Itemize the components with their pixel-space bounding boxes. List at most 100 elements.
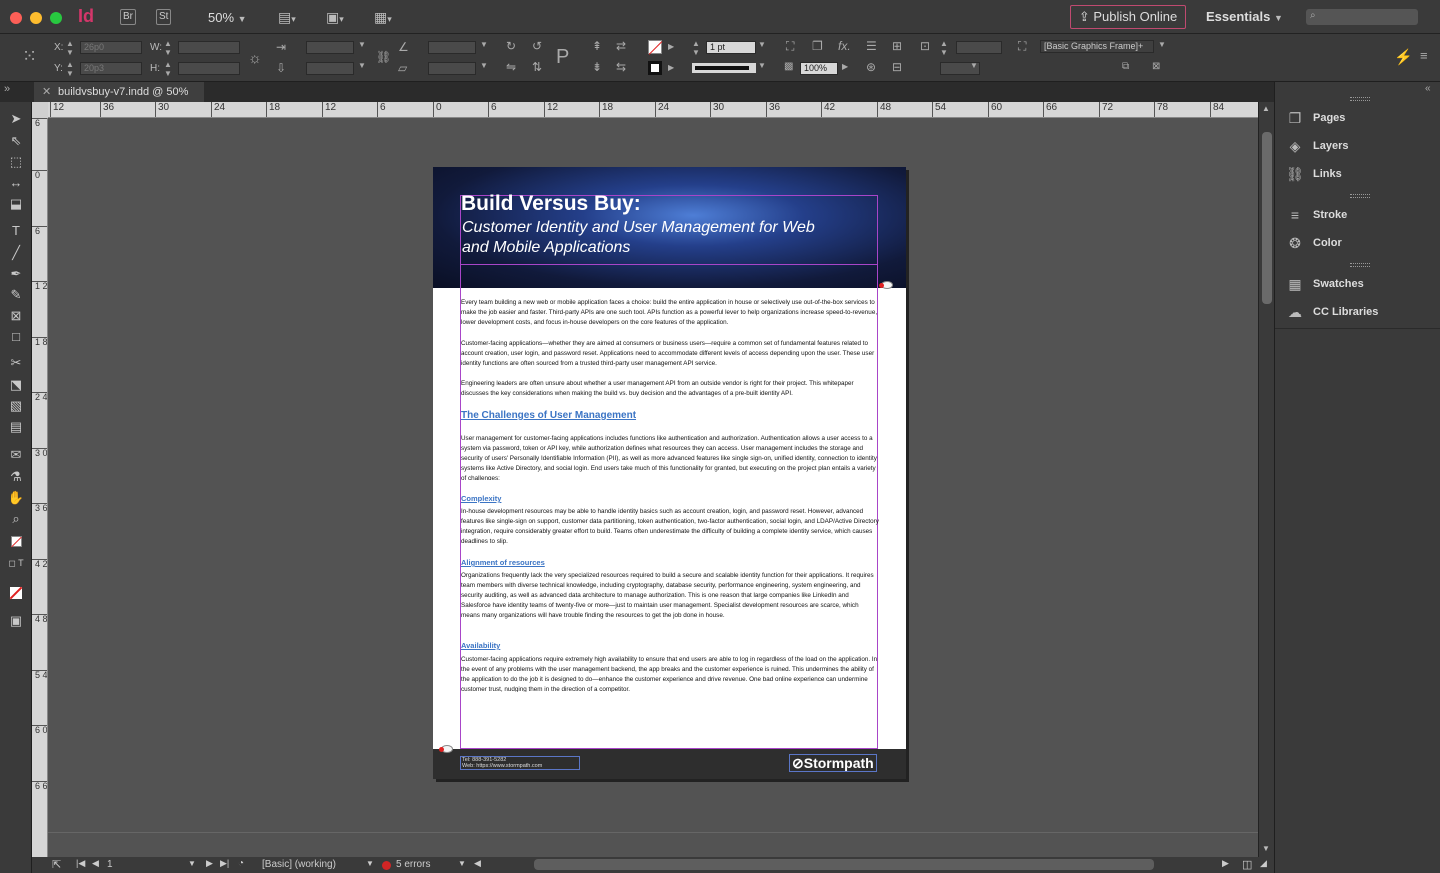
panel-pages[interactable]: ❐ Pages <box>1285 108 1346 128</box>
workspace-switcher[interactable]: Essentials ▼ <box>1206 9 1283 24</box>
zoom-tool-icon[interactable]: ⌕ <box>6 510 26 528</box>
chevron-down-icon[interactable]: ▼ <box>480 40 488 49</box>
vertical-scroll-thumb[interactable] <box>1262 132 1272 304</box>
preflight-profile-icon[interactable]: ◔ <box>238 858 244 869</box>
rotate-field[interactable] <box>428 41 476 54</box>
chevron-down-icon[interactable]: ▼ <box>358 61 366 70</box>
chevron-down-icon[interactable]: ▼ <box>366 859 374 868</box>
h-field[interactable] <box>178 62 240 75</box>
panel-group-grip[interactable] <box>1350 97 1370 101</box>
reference-point-icon[interactable]: ⁙ <box>22 46 37 67</box>
lightning-icon[interactable]: ⚡ <box>1394 48 1413 66</box>
selection-tool-icon[interactable]: ➤ <box>6 110 26 128</box>
shear-field[interactable] <box>428 62 476 75</box>
chevron-down-icon[interactable]: ▼ <box>1158 40 1166 49</box>
select-previous-icon[interactable]: ⇄ <box>616 39 626 53</box>
text-wrap-bbox-icon[interactable]: ⊞ <box>892 39 902 53</box>
text-wrap-jump-icon[interactable]: ⊟ <box>892 60 902 74</box>
rotate-cw-icon[interactable]: ↻ <box>506 39 516 53</box>
horizontal-ruler[interactable]: 12 36 30 24 18 12 6 0 6 12 18 24 30 36 4… <box>48 102 1258 118</box>
panel-group-grip[interactable] <box>1350 194 1370 198</box>
footer-contact[interactable]: Tel: 888-391-5282 Web: https://www.storm… <box>460 756 580 770</box>
chevron-down-icon[interactable]: ▼ <box>358 40 366 49</box>
stroke-swatch[interactable] <box>648 61 662 75</box>
line-tool-icon[interactable]: ╱ <box>6 244 26 262</box>
gradient-feather-tool-icon[interactable]: ▤ <box>6 418 26 436</box>
chevron-down-icon[interactable]: ▼ <box>188 859 196 868</box>
view-options-icon[interactable]: ▤▾ <box>278 9 296 26</box>
select-content-icon[interactable]: ⇟ <box>592 60 602 74</box>
previous-page-icon[interactable]: ◀ <box>92 858 99 869</box>
opacity-menu-icon[interactable]: ▶ <box>842 62 848 71</box>
gap-tool-icon[interactable]: ↔ <box>6 174 26 192</box>
fill-menu-icon[interactable]: ▶ <box>668 42 674 51</box>
bridge-button[interactable]: Br <box>120 9 136 25</box>
scale-y-field[interactable] <box>306 62 354 75</box>
page-number-field[interactable]: 1 <box>107 859 113 870</box>
document-page[interactable]: Build Versus Buy: Customer Identity and … <box>433 167 906 779</box>
first-page-icon[interactable]: |◀ <box>76 858 85 869</box>
panel-color[interactable]: ❂ Color <box>1285 233 1342 253</box>
ruler-origin[interactable] <box>32 102 48 118</box>
stroke-weight-field[interactable]: 1 pt <box>706 41 756 54</box>
quick-apply-icon[interactable]: ⊠ <box>1152 61 1160 72</box>
link-badge-icon[interactable] <box>879 281 893 289</box>
h-stepper[interactable]: ▲ ▼ <box>164 60 172 78</box>
scroll-up-icon[interactable]: ▲ <box>1262 104 1270 113</box>
fitting-stepper[interactable]: ▲ ▼ <box>940 39 948 57</box>
panel-layers[interactable]: ◈ Layers <box>1285 136 1349 156</box>
fill-stroke-icon[interactable] <box>6 534 26 552</box>
collapse-panels-icon[interactable]: « <box>1425 83 1431 94</box>
select-next-icon[interactable]: ⇆ <box>616 60 626 74</box>
rectangle-tool-icon[interactable]: □ <box>6 328 26 346</box>
stroke-menu-icon[interactable]: ▶ <box>668 63 674 72</box>
eyedropper-tool-icon[interactable]: ⚗ <box>6 468 26 486</box>
stroke-type-dropdown[interactable] <box>692 63 756 73</box>
maximize-window-button[interactable] <box>50 12 62 24</box>
horizontal-scroll-thumb[interactable] <box>534 859 1154 870</box>
screen-mode-icon[interactable]: ▣▾ <box>326 9 344 26</box>
vertical-ruler[interactable]: 6 0 6 1 2 1 8 2 4 3 0 3 6 4 2 4 8 5 4 6 … <box>32 102 48 857</box>
gradient-swatch-tool-icon[interactable]: ▧ <box>6 397 26 415</box>
y-field[interactable]: 20p3 <box>80 62 142 75</box>
opacity-field[interactable]: 100% <box>800 62 838 75</box>
chevron-down-icon[interactable]: ▼ <box>480 61 488 70</box>
fitting-field[interactable] <box>956 41 1002 54</box>
rotate-ccw-icon[interactable]: ↺ <box>532 39 542 53</box>
panel-stroke[interactable]: ≡ Stroke <box>1285 205 1347 225</box>
close-icon[interactable]: ✕ <box>42 82 51 102</box>
text-wrap-none-icon[interactable]: ☰ <box>866 39 877 53</box>
chevron-down-icon[interactable]: ▼ <box>970 61 978 70</box>
preflight-profile[interactable]: [Basic] (working) <box>262 859 336 870</box>
free-transform-tool-icon[interactable]: ⬔ <box>6 376 26 394</box>
rectangle-frame-tool-icon[interactable]: ⊠ <box>6 307 26 325</box>
link-badge-icon[interactable] <box>439 745 453 753</box>
minimize-window-button[interactable] <box>30 12 42 24</box>
flip-vertical-icon[interactable]: ⇅ <box>532 60 542 74</box>
close-window-button[interactable] <box>10 12 22 24</box>
flip-horizontal-icon[interactable]: ⇋ <box>506 60 516 74</box>
stock-button[interactable]: St <box>156 9 172 25</box>
x-stepper[interactable]: ▲ ▼ <box>66 39 74 57</box>
fill-swatch[interactable] <box>648 40 663 55</box>
panel-links[interactable]: ⛓ Links <box>1285 164 1342 184</box>
screen-mode-icon[interactable]: ▣ <box>6 612 26 630</box>
page-tool-icon[interactable]: ⬚ <box>6 153 26 171</box>
open-page-icon[interactable]: ⇱ <box>52 858 61 871</box>
panel-menu-icon[interactable]: ≡ <box>1420 48 1428 63</box>
x-field[interactable]: 26p0 <box>80 41 142 54</box>
apply-none-icon[interactable] <box>6 586 26 604</box>
link-icon[interactable]: ⛓ <box>376 50 391 64</box>
pencil-tool-icon[interactable]: ✎ <box>6 286 26 304</box>
publish-online-button[interactable]: ⇪ Publish Online <box>1070 5 1186 29</box>
content-collector-icon[interactable]: ⬓ <box>6 195 26 213</box>
w-field[interactable] <box>178 41 240 54</box>
panel-group-grip[interactable] <box>1350 263 1370 267</box>
next-page-icon[interactable]: ▶ <box>206 858 213 869</box>
resize-grip-icon[interactable]: ◢ <box>1260 858 1267 869</box>
split-window-icon[interactable]: ◫ <box>1242 858 1252 871</box>
hand-tool-icon[interactable]: ✋ <box>6 489 26 507</box>
pen-tool-icon[interactable]: ✒ <box>6 265 26 283</box>
select-container-icon[interactable]: ⇞ <box>592 39 602 53</box>
direct-selection-tool-icon[interactable]: ⇖ <box>6 132 26 150</box>
